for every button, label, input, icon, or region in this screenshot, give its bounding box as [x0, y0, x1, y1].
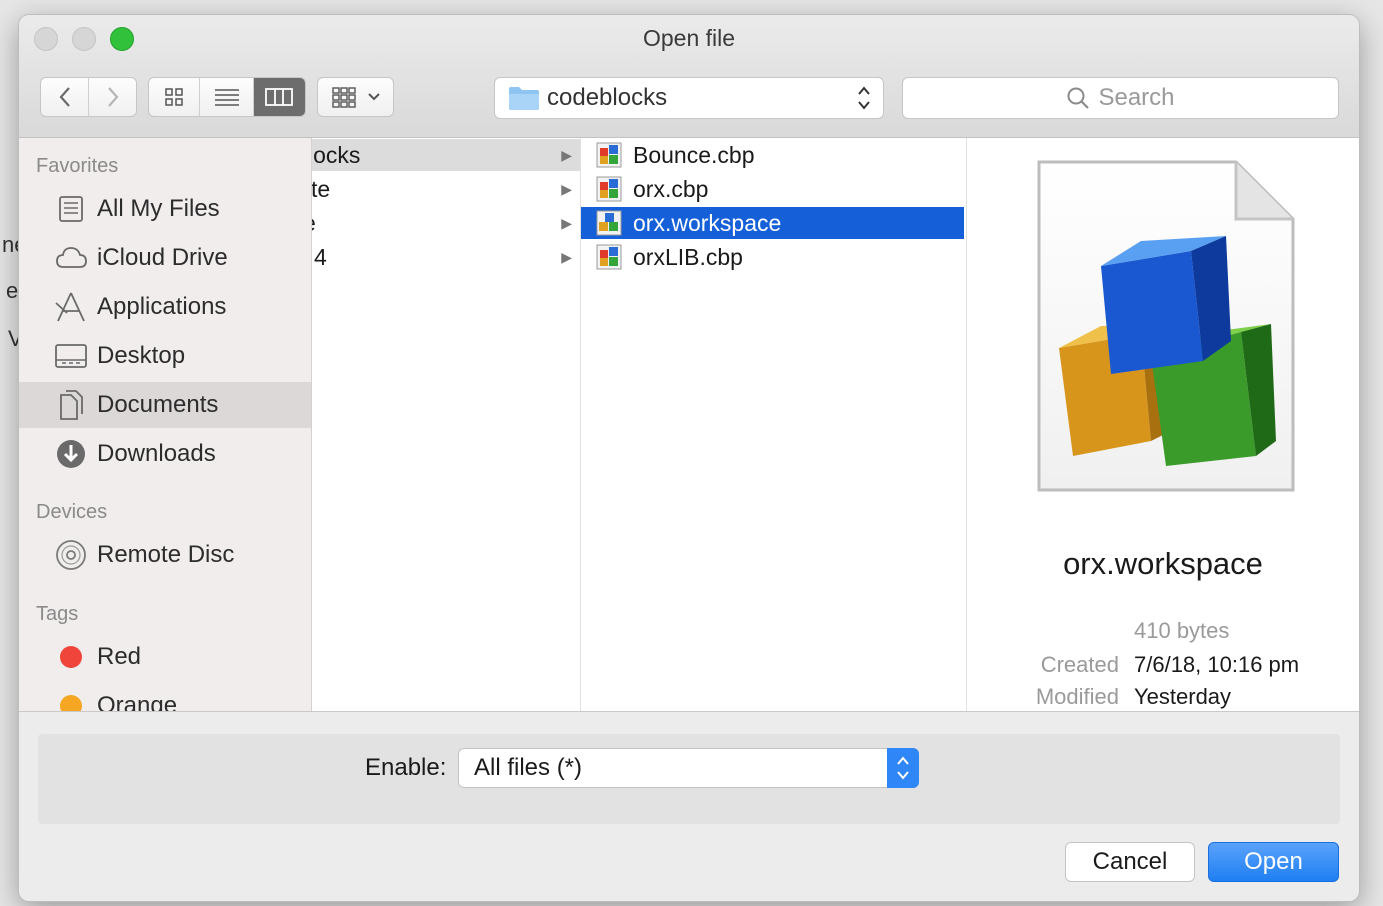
preview-pane: orx.workspace 410 bytes Created 7/6/18, … [967, 138, 1359, 711]
icon-view-button[interactable] [149, 78, 201, 116]
sidebar-item-tag-orange[interactable]: Orange [19, 683, 311, 711]
list-item-label: e [312, 210, 316, 237]
codeblocks-project-icon [595, 141, 623, 169]
file-item-orxlib-cbp[interactable]: orxLIB.cbp [581, 241, 966, 273]
grid-icon [165, 88, 183, 106]
desktop-icon [51, 342, 91, 370]
file-name: orx.cbp [633, 175, 709, 202]
sidebar-item-applications[interactable]: Applications [19, 284, 311, 330]
column-view-button[interactable] [253, 78, 305, 116]
background-fragment: e [6, 278, 19, 303]
updown-chevron-icon [858, 86, 870, 110]
preview-filename: orx.workspace [1063, 546, 1263, 581]
chevron-left-icon [59, 87, 70, 107]
search-field[interactable]: Search [902, 77, 1339, 119]
open-file-dialog: Open file codeblocks Search Favorites Al… [19, 15, 1359, 901]
preview-size: 410 bytes [1134, 618, 1230, 643]
documents-icon [51, 389, 91, 421]
sidebar-item-label: Documents [97, 391, 219, 418]
view-mode-control [148, 77, 306, 117]
sidebar: Favorites All My Files iCloud Drive Appl… [19, 138, 312, 711]
file-name: Bounce.cbp [633, 141, 755, 168]
location-label: codeblocks [547, 84, 668, 111]
file-name: orxLIB.cbp [633, 243, 743, 270]
preview-modified-value: Yesterday [1134, 684, 1232, 709]
enable-filter-value: All files (*) [474, 754, 583, 781]
disclosure-arrow-icon: ▶ [561, 248, 572, 265]
chevron-right-icon [107, 87, 118, 107]
sidebar-item-all-my-files[interactable]: All My Files [19, 186, 311, 232]
favorites-heading: Favorites [36, 155, 119, 177]
list-item-label: te [312, 175, 331, 202]
enable-filter-select[interactable]: All files (*) [458, 748, 919, 788]
window-title: Open file [642, 25, 736, 51]
forward-button[interactable] [89, 78, 136, 116]
sidebar-item-label: All My Files [97, 195, 220, 222]
search-icon [1067, 87, 1090, 109]
enable-label: Enable: [365, 754, 447, 781]
arrange-grid-icon [331, 87, 356, 108]
codeblocks-workspace-icon [595, 209, 623, 237]
sidebar-item-label: Downloads [97, 440, 216, 467]
disclosure-arrow-icon: ▶ [561, 180, 572, 197]
disclosure-arrow-icon: ▶ [561, 214, 572, 231]
preview-created-label: Created [1040, 652, 1119, 677]
sidebar-item-label: Remote Disc [97, 541, 235, 568]
sidebar-item-tag-red[interactable]: Red [19, 634, 311, 680]
browser-column-files: Bounce.cbp orx.cbp orx.workspace orxLIB.… [581, 138, 967, 711]
cloud-icon [51, 245, 91, 271]
chevron-down-icon [367, 93, 380, 101]
sidebar-item-documents[interactable]: Documents [19, 382, 311, 428]
location-popup[interactable]: codeblocks [494, 77, 884, 119]
orange-tag-icon [51, 694, 91, 711]
open-button[interactable]: Open [1208, 842, 1339, 882]
list-item-label: 4 [314, 243, 327, 270]
navigation-buttons [40, 77, 137, 117]
sidebar-item-label: Desktop [97, 342, 186, 369]
disclosure-arrow-icon: ▶ [561, 146, 572, 163]
sidebar-item-icloud-drive[interactable]: iCloud Drive [19, 235, 311, 281]
list-view-button[interactable] [200, 78, 254, 116]
cancel-button[interactable]: Cancel [1065, 842, 1195, 882]
sidebar-item-desktop[interactable]: Desktop [19, 333, 311, 379]
sidebar-item-downloads[interactable]: Downloads [19, 431, 311, 477]
browser-column-parent: locks ▶ te ▶ e ▶ 4 ▶ [312, 138, 581, 711]
tags-heading: Tags [36, 603, 79, 625]
file-item-orx-cbp[interactable]: orx.cbp [581, 173, 966, 205]
list-icon [214, 89, 239, 106]
file-name: orx.workspace [633, 209, 782, 236]
codeblocks-project-icon [595, 243, 623, 271]
preview-modified-label: Modified [1035, 684, 1119, 709]
file-item-bounce-cbp[interactable]: Bounce.cbp [581, 139, 966, 171]
updown-chevron-icon [887, 748, 919, 788]
sidebar-item-label: iCloud Drive [97, 244, 228, 271]
sidebar-item-remote-disc[interactable]: Remote Disc [19, 532, 311, 578]
downloads-icon [51, 438, 91, 470]
search-placeholder: Search [1098, 84, 1175, 111]
list-item[interactable]: 4 ▶ [312, 241, 580, 273]
dialog-footer: Enable: All files (*) Cancel Open [19, 711, 1359, 901]
back-button[interactable] [41, 78, 89, 116]
red-tag-icon [51, 645, 91, 669]
list-item[interactable]: te ▶ [312, 173, 580, 205]
list-item[interactable]: locks ▶ [312, 139, 580, 171]
sidebar-item-label: Applications [97, 293, 227, 320]
preview-created-value: 7/6/18, 10:16 pm [1134, 652, 1300, 677]
applications-icon [51, 291, 91, 323]
devices-heading: Devices [36, 501, 108, 523]
disc-icon [51, 539, 91, 571]
all-files-icon [51, 194, 91, 224]
folder-icon [509, 87, 539, 110]
options-panel: Enable: All files (*) [38, 734, 1340, 824]
codeblocks-project-icon [595, 175, 623, 203]
arrange-button[interactable] [317, 77, 394, 117]
sidebar-item-label: Orange [97, 692, 178, 711]
title-bar: Open file codeblocks Search [19, 15, 1359, 138]
file-item-orx-workspace[interactable]: orx.workspace [581, 207, 964, 239]
list-item-label: locks [312, 141, 361, 168]
sidebar-item-label: Red [97, 643, 142, 670]
workspace-file-preview-icon [1037, 160, 1295, 492]
list-item[interactable]: e ▶ [312, 207, 580, 239]
columns-icon [265, 88, 294, 106]
